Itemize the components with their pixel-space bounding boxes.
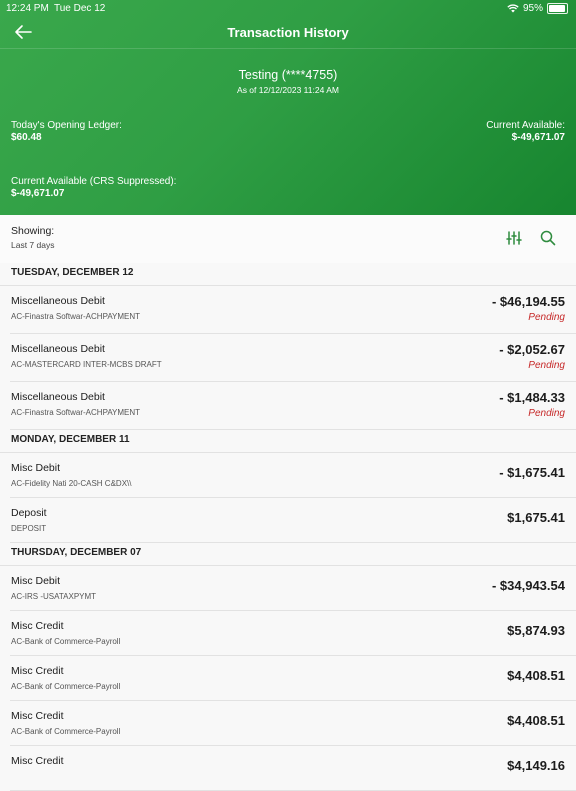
transaction-description: AC-Finastra Softwar-ACHPAYMENT [11, 408, 141, 417]
transaction-row[interactable]: Misc Credit AC-Bank of Commerce-Payroll $4… [10, 701, 576, 746]
transaction-row[interactable]: Misc Credit AC-Bank of Commerce-Payroll $4… [10, 656, 576, 701]
transaction-list: TUESDAY, DECEMBER 12 Miscellaneous Debit A… [0, 263, 576, 791]
section-date-header: TUESDAY, DECEMBER 12 [0, 263, 576, 286]
filter-bar: Showing: Last 7 days [0, 215, 576, 263]
transaction-row[interactable]: Misc Credit $4,149.16 [10, 746, 576, 791]
battery-percent: 95% [522, 3, 543, 14]
transaction-amount: - $1,675.41 [499, 465, 565, 480]
transaction-description: AC-Bank of Commerce-Payroll [11, 682, 121, 691]
transaction-row[interactable]: Deposit DEPOSIT $1,675.41 [10, 498, 576, 543]
account-summary: Testing (****4755) As of 12/12/2023 11:2… [0, 68, 576, 95]
pending-status: Pending [528, 360, 565, 371]
transaction-amount: $5,874.93 [507, 623, 565, 638]
wifi-icon [507, 4, 519, 13]
status-bar: 12:24 PM Tue Dec 12 95% [0, 0, 576, 16]
transaction-title: Misc Credit [11, 620, 64, 632]
page-title: Transaction History [227, 25, 349, 40]
current-available-label: Current Available: [486, 120, 565, 131]
transaction-row[interactable]: Miscellaneous Debit AC-MASTERCARD INTER-M… [10, 334, 576, 382]
transaction-title: Misc Credit [11, 665, 64, 677]
battery-icon [547, 3, 568, 14]
pending-status: Pending [528, 312, 565, 323]
transaction-amount: - $46,194.55 [491, 294, 565, 309]
transaction-row[interactable]: Miscellaneous Debit AC-Finastra Softwar-A… [10, 286, 576, 334]
transaction-title: Miscellaneous Debit [11, 343, 105, 355]
status-right: 95% [507, 3, 568, 14]
status-time: 12:24 PM [6, 3, 49, 14]
crs-suppressed-label: Current Available (CRS Suppressed): [11, 176, 177, 187]
transaction-title: Deposit [11, 507, 47, 519]
nav-bar: Transaction History [0, 16, 576, 48]
showing-value[interactable]: Last 7 days [11, 240, 54, 250]
transaction-description: AC-IRS -USATAXPYMT [11, 592, 97, 601]
transaction-title: Miscellaneous Debit [11, 391, 105, 403]
transaction-amount: $4,149.16 [507, 758, 565, 773]
transaction-amount: $1,675.41 [507, 510, 565, 525]
section-date-header: THURSDAY, DECEMBER 07 [0, 543, 576, 566]
transaction-title: Miscellaneous Debit [11, 295, 105, 307]
nav-divider [0, 48, 576, 49]
transaction-row[interactable]: Misc Credit AC-Bank of Commerce-Payroll $5… [10, 611, 576, 656]
opening-ledger-value: $60.48 [11, 132, 42, 143]
transaction-row[interactable]: Misc Debit AC-Fidelity Nati 20-CASH C&DX\… [10, 453, 576, 498]
transaction-row[interactable]: Miscellaneous Debit AC-Finastra Softwar-A… [10, 382, 576, 430]
transaction-row[interactable]: Misc Debit AC-IRS -USATAXPYMT - $34,943.54 [10, 566, 576, 611]
transaction-title: Misc Debit [11, 575, 61, 587]
transaction-description: AC-MASTERCARD INTER-MCBS DRAFT [11, 360, 162, 369]
transaction-description: AC-Bank of Commerce-Payroll [11, 727, 121, 736]
transaction-title: Misc Debit [11, 462, 61, 474]
transaction-amount: $4,408.51 [507, 713, 565, 728]
opening-ledger-label: Today's Opening Ledger: [11, 120, 122, 131]
transaction-amount: - $1,484.33 [499, 390, 565, 405]
transaction-title: Misc Credit [11, 710, 64, 722]
transaction-amount: $4,408.51 [507, 668, 565, 683]
crs-suppressed-value: $-49,671.07 [11, 188, 65, 199]
transaction-description: AC-Bank of Commerce-Payroll [11, 637, 121, 646]
transaction-description: DEPOSIT [11, 524, 47, 533]
transaction-amount: - $34,943.54 [491, 578, 565, 593]
transaction-description: AC-Finastra Softwar-ACHPAYMENT [11, 312, 141, 321]
filter-sliders-icon[interactable] [505, 229, 523, 247]
pending-status: Pending [528, 408, 565, 419]
transaction-amount: - $2,052.67 [499, 342, 565, 357]
search-icon[interactable] [539, 229, 557, 247]
transaction-description: AC-Fidelity Nati 20-CASH C&DX\\ [11, 479, 132, 488]
current-available-value: $-49,671.07 [511, 132, 565, 143]
account-name: Testing (****4755) [238, 68, 338, 82]
status-date: Tue Dec 12 [54, 3, 106, 14]
section-date-header: MONDAY, DECEMBER 11 [0, 430, 576, 453]
as-of-timestamp: As of 12/12/2023 11:24 AM [237, 85, 339, 95]
transaction-title: Misc Credit [11, 755, 64, 767]
showing-label: Showing: [11, 225, 55, 237]
header-banner: 12:24 PM Tue Dec 12 95% Transaction Hist… [0, 0, 576, 215]
